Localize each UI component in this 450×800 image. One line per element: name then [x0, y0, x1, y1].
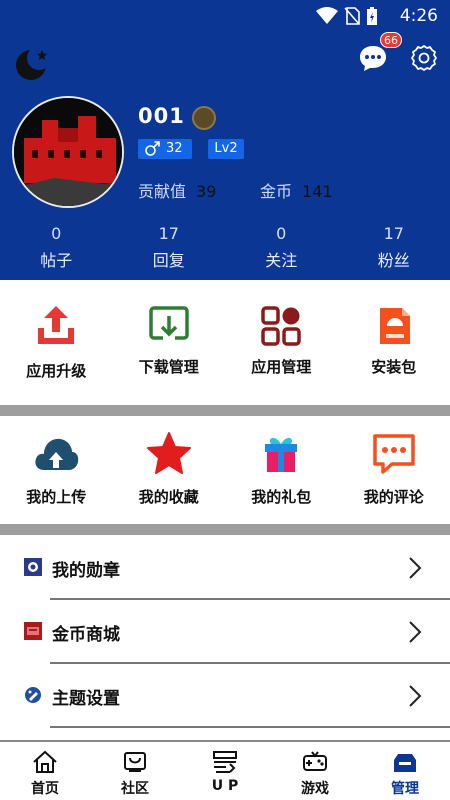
gender-tag: 32 — [138, 139, 192, 159]
count-replies[interactable]: 17 回复 — [113, 224, 226, 271]
user-emblem-icon — [192, 106, 216, 130]
status-icons — [316, 6, 378, 26]
contribution: 贡献值 39 — [138, 178, 216, 202]
gamepad-icon — [303, 751, 327, 771]
community-icon — [124, 752, 146, 772]
grid-apk-package[interactable]: 安装包 — [338, 302, 450, 381]
nav-label: 管理 — [391, 781, 419, 797]
count-following[interactable]: 0 关注 — [225, 224, 338, 271]
night-mode-icon[interactable] — [14, 44, 52, 82]
grid-label: 应用升级 — [26, 362, 87, 380]
count-posts[interactable]: 0 帖子 — [0, 224, 113, 271]
contribution-value: 39 — [196, 182, 217, 201]
list-item-coin-shop[interactable]: 金币商城 — [0, 600, 450, 664]
chevron-right-icon — [409, 557, 422, 579]
apk-icon — [379, 308, 410, 344]
list-divider — [50, 726, 450, 728]
contribution-label: 贡献值 — [138, 182, 187, 201]
nav-manage[interactable]: 管理 — [360, 742, 450, 800]
section-divider — [0, 524, 450, 535]
message-icon[interactable] — [358, 44, 388, 72]
grid-my-comments[interactable]: 我的评论 — [338, 430, 450, 507]
list-item-label: 主题设置 — [52, 689, 120, 709]
nav-label: 首页 — [31, 781, 59, 797]
grid-label: 应用管理 — [251, 358, 312, 376]
list-item-label: 我的勋章 — [52, 561, 120, 581]
count-fans[interactable]: 17 粉丝 — [338, 224, 450, 271]
nav-community[interactable]: 社区 — [90, 742, 180, 800]
grid-label: 我的上传 — [26, 488, 87, 506]
my-items-grid: 我的上传 我的收藏 我的礼包 我的评论 — [0, 430, 450, 507]
coins: 金币 141 — [260, 178, 333, 202]
download-icon — [149, 306, 189, 342]
avatar[interactable] — [12, 96, 124, 208]
grid-label: 下载管理 — [138, 358, 199, 376]
grid-app-manager[interactable]: 应用管理 — [225, 302, 338, 381]
coins-value: 141 — [302, 182, 333, 201]
app-tools-grid: 应用升级 下载管理 应用管理 安装包 — [0, 302, 450, 381]
coin-shop-icon — [24, 622, 42, 640]
nav-label: 社区 — [121, 781, 149, 797]
section-divider — [0, 405, 450, 416]
profile-counts: 0 帖子 17 回复 0 关注 17 粉丝 — [0, 224, 450, 271]
message-badge: 66 — [380, 32, 402, 48]
nav-home[interactable]: 首页 — [0, 742, 90, 800]
grid-label: 我的礼包 — [251, 488, 312, 506]
count-label: 回复 — [152, 251, 185, 270]
list-item-label: 金币商城 — [52, 625, 120, 645]
profile-header: 66 001 32 Lv2 贡献值 39 金币 141 0 帖子 17 回复 0… — [0, 32, 450, 280]
list-item-theme-settings[interactable]: 主题设置 — [0, 664, 450, 728]
count-num: 0 — [276, 224, 287, 243]
list-item-medals[interactable]: 我的勋章 — [0, 536, 450, 600]
no-sim-icon — [344, 7, 360, 25]
status-time: 4:26 — [399, 6, 438, 26]
grid-download-manager[interactable]: 下载管理 — [113, 302, 226, 381]
upload-icon — [38, 306, 75, 344]
medal-icon — [24, 558, 42, 576]
count-num: 0 — [51, 224, 62, 243]
grid-label: 我的评论 — [363, 488, 424, 506]
count-label: 关注 — [265, 251, 298, 270]
manage-icon — [394, 754, 416, 772]
count-num: 17 — [158, 224, 179, 243]
star-icon — [146, 432, 191, 474]
nav-games[interactable]: 游戏 — [270, 742, 360, 800]
grid-my-uploads[interactable]: 我的上传 — [0, 430, 113, 507]
username: 001 — [138, 104, 185, 128]
grid-my-gifts[interactable]: 我的礼包 — [225, 430, 338, 507]
grid-label: 安装包 — [371, 358, 417, 376]
chevron-right-icon — [409, 685, 422, 707]
level-tag: Lv2 — [208, 139, 244, 159]
chevron-right-icon — [409, 621, 422, 643]
coins-label: 金币 — [260, 182, 293, 201]
wifi-icon — [316, 7, 338, 24]
nav-label: 游戏 — [301, 781, 329, 797]
nav-up[interactable]: U P — [180, 742, 270, 800]
settings-icon[interactable] — [410, 44, 438, 72]
grid-label: 我的收藏 — [138, 488, 199, 506]
bottom-navigation: 首页 社区 U P 游戏 管理 — [0, 740, 450, 800]
battery-charging-icon — [367, 7, 377, 25]
nav-label: U P — [211, 778, 239, 794]
grid-app-upgrade[interactable]: 应用升级 — [0, 302, 113, 381]
home-icon — [33, 750, 57, 773]
theme-icon — [25, 687, 41, 703]
status-bar: 4:26 — [0, 0, 450, 32]
gift-icon — [265, 437, 298, 472]
cloud-upload-icon — [35, 438, 79, 470]
count-label: 粉丝 — [377, 251, 410, 270]
avatar-image — [14, 98, 122, 206]
apps-icon — [261, 306, 301, 346]
up-icon — [213, 751, 237, 773]
count-label: 帖子 — [40, 251, 73, 270]
gender-count: 32 — [166, 141, 183, 156]
comment-icon — [373, 434, 415, 474]
grid-my-favorites[interactable]: 我的收藏 — [113, 430, 226, 507]
male-icon — [145, 141, 160, 156]
count-num: 17 — [383, 224, 404, 243]
settings-list: 我的勋章 金币商城 主题设置 — [0, 536, 450, 728]
